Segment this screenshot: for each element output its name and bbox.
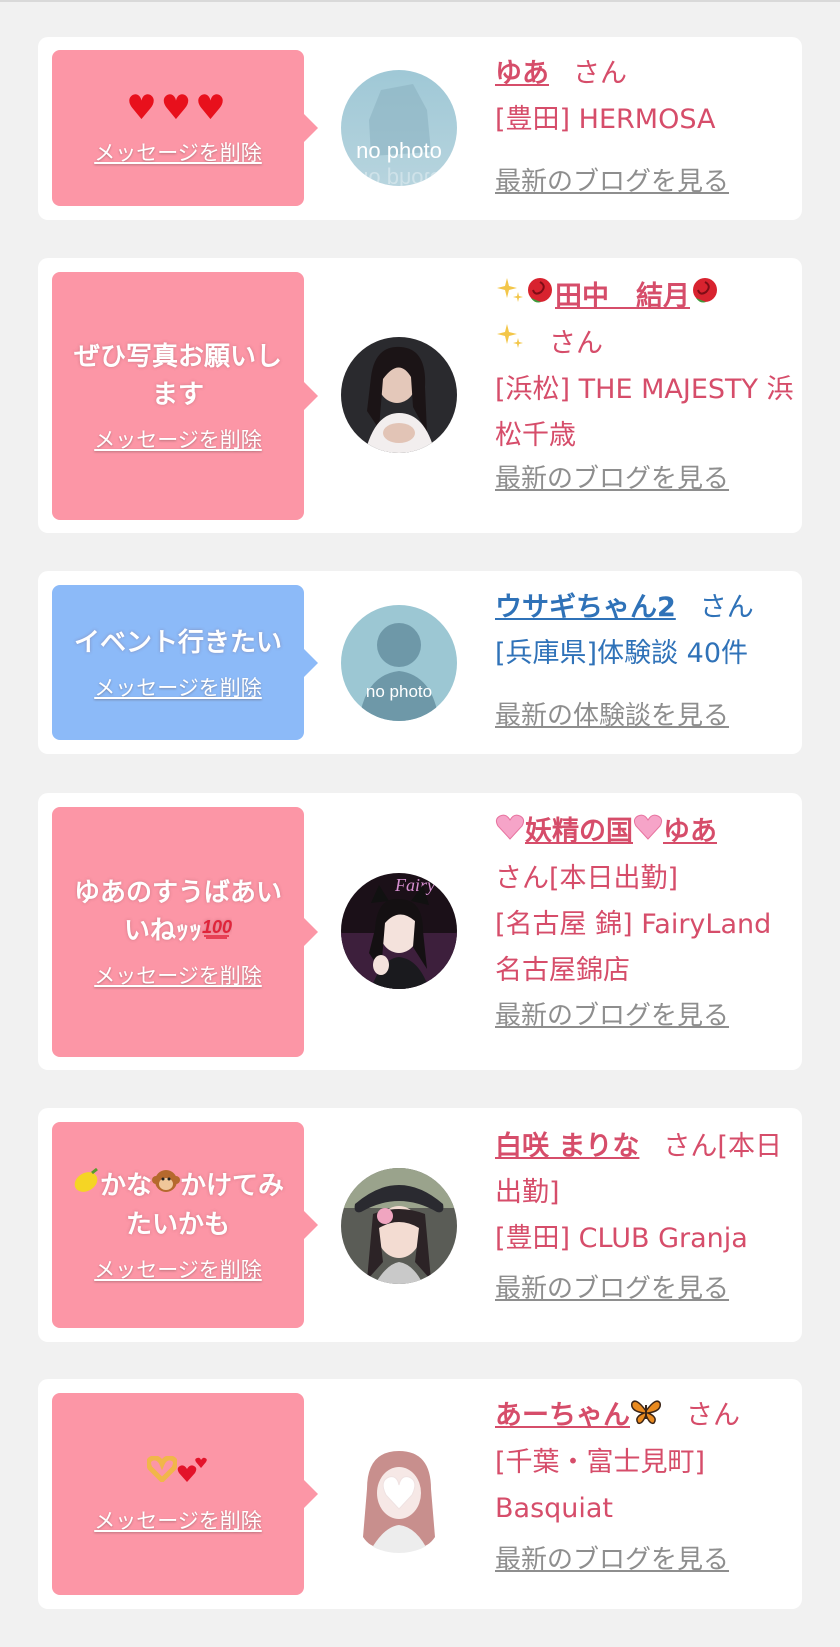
- pink-heart-icon: [633, 810, 663, 856]
- user-name-text: 妖精の国: [525, 816, 633, 847]
- honorific-and-status: さん[本日出勤]: [495, 862, 679, 894]
- svg-text:100: 100: [202, 917, 232, 937]
- rose-icon: [525, 275, 555, 321]
- message-text: ♥♥♥: [126, 88, 230, 128]
- heart-hands-icon: [146, 1455, 178, 1493]
- latest-review-link[interactable]: 最新の体験談を見る: [495, 695, 729, 732]
- user-info: ゆあ さん [豊田] HERMOSA: [495, 51, 795, 143]
- delete-message-link[interactable]: メッセージを削除: [94, 672, 262, 702]
- butterfly-icon: [630, 1394, 662, 1440]
- review-count: [兵庫県]体験談 40件: [495, 638, 749, 669]
- shop-name: [豊田] CLUB Granja: [495, 1223, 748, 1254]
- favorites-page: ♥♥♥ メッセージを削除 no photo no photo ゆあ さん [豊田]…: [0, 0, 840, 1647]
- photo-avatar-woman: Fairy: [341, 873, 457, 989]
- honorific: さん: [549, 327, 603, 359]
- latest-blog-link[interactable]: 最新のブログを見る: [495, 1268, 729, 1305]
- message-card-6: メッセージを削除 あーちゃん さん [千葉・富士見町] Basquiat 最新のブ…: [38, 1379, 802, 1609]
- user-info: あーちゃん さん [千葉・富士見町] Basquiat: [495, 1393, 795, 1532]
- rose-icon: [690, 275, 720, 321]
- top-divider: [0, 0, 840, 2]
- message-bubble: ♥♥♥ メッセージを削除: [52, 50, 318, 206]
- no-photo-avatar-icon: no photo no photo: [341, 70, 457, 186]
- message-card-2: ぜひ写真お願いします メッセージを削除 田中 結月さん [浜松] THE MAJ…: [38, 258, 802, 533]
- shop-name: [浜松] THE MAJESTY 浜松千歳: [495, 374, 794, 451]
- shop-name: [名古屋 錦] FairyLand 名古屋錦店: [495, 908, 772, 986]
- delete-message-link[interactable]: メッセージを削除: [94, 960, 262, 990]
- latest-blog-link[interactable]: 最新のブログを見る: [495, 458, 729, 495]
- honorific: さん: [686, 1400, 740, 1431]
- honorific: さん: [699, 592, 754, 623]
- message-text-body: ゆあのすうばあいいねｯｯ: [73, 877, 282, 946]
- lemon-icon: [72, 1167, 100, 1206]
- message-card-4: ゆあのすうばあいいねｯｯ 100 メッセージを削除 Fairy 妖精の国 ゆあ さん…: [38, 793, 802, 1070]
- message-text: ぜひ写真お願いします: [73, 342, 282, 410]
- message-bubble: イベント行きたい メッセージを削除: [52, 585, 318, 740]
- user-info: 白咲 まりな さん[本日出勤] [豊田] CLUB Granja: [495, 1124, 795, 1262]
- shop-name: [豊田] HERMOSA: [495, 104, 716, 135]
- message-card-3: イベント行きたい メッセージを削除 no photo ウサギちゃん2 さん [兵庫…: [38, 571, 802, 754]
- message-bubble: かな かけてみたいかも メッセージを削除: [52, 1122, 318, 1328]
- user-name-text: 田中 結月: [555, 281, 690, 312]
- user-name-text: ゆあ: [663, 816, 717, 847]
- svg-text:no photo: no photo: [366, 682, 432, 701]
- pink-heart-icon: [495, 810, 525, 856]
- user-name-link[interactable]: 妖精の国 ゆあ: [495, 814, 717, 847]
- sparkles-icon: [495, 321, 525, 367]
- message-card-5: かな かけてみたいかも メッセージを削除 白咲 まりな さん[本日出勤] [豊田] …: [38, 1108, 802, 1342]
- message-bubble: ゆあのすうばあいいねｯｯ 100 メッセージを削除: [52, 807, 318, 1057]
- message-card-1: ♥♥♥ メッセージを削除 no photo no photo ゆあ さん [豊田]…: [38, 37, 802, 220]
- delete-message-link[interactable]: メッセージを削除: [94, 1254, 262, 1284]
- user-name-link[interactable]: 白咲 まりな: [495, 1131, 639, 1162]
- monkey-icon: [152, 1167, 180, 1206]
- message-text-part: かな: [99, 1170, 152, 1201]
- avatar[interactable]: Fairy: [341, 873, 457, 989]
- honorific: さん: [573, 58, 627, 89]
- svg-text:no photo: no photo: [356, 138, 442, 163]
- latest-blog-link[interactable]: 最新のブログを見る: [495, 1539, 729, 1576]
- message-text: かな かけてみたいかも: [52, 1167, 304, 1244]
- user-name-link[interactable]: ゆあ: [495, 58, 549, 89]
- user-name-text: あーちゃん: [495, 1400, 630, 1431]
- user-name-link[interactable]: ウサギちゃん2: [495, 592, 676, 623]
- sparkles-icon: [495, 275, 525, 321]
- message-text: イベント行きたい: [73, 627, 282, 658]
- avatar[interactable]: [341, 1437, 457, 1553]
- delete-message-link[interactable]: メッセージを削除: [94, 1505, 262, 1535]
- delete-message-link[interactable]: メッセージを削除: [94, 424, 262, 454]
- shop-name: [千葉・富士見町] Basquiat: [495, 1446, 706, 1524]
- message-text: ゆあのすうばあいいねｯｯ 100: [52, 874, 304, 951]
- user-info: 田中 結月さん [浜松] THE MAJESTY 浜松千歳: [495, 274, 795, 459]
- message-emoji: [129, 1454, 227, 1495]
- user-name-link[interactable]: あーちゃん: [495, 1400, 662, 1431]
- avatar-shop-sign: Fairy: [394, 875, 435, 895]
- message-bubble: メッセージを削除: [52, 1393, 318, 1595]
- two-hearts-icon: [177, 1454, 209, 1495]
- svg-text:no photo: no photo: [356, 167, 442, 186]
- avatar[interactable]: [341, 337, 457, 453]
- user-name-link[interactable]: 田中 結月: [495, 277, 720, 359]
- no-photo-avatar-icon: no photo: [341, 605, 457, 721]
- avatar[interactable]: [341, 1168, 457, 1284]
- avatar[interactable]: no photo: [341, 605, 457, 721]
- latest-blog-link[interactable]: 最新のブログを見る: [495, 161, 729, 198]
- photo-avatar-woman: [341, 1168, 457, 1284]
- hundred-points-icon: 100: [202, 912, 232, 950]
- avatar[interactable]: no photo no photo: [341, 70, 457, 186]
- user-info: ウサギちゃん2 さん [兵庫県]体験談 40件: [495, 585, 795, 677]
- photo-avatar-woman: [341, 337, 457, 453]
- delete-message-link[interactable]: メッセージを削除: [94, 137, 262, 167]
- latest-blog-link[interactable]: 最新のブログを見る: [495, 995, 729, 1032]
- message-bubble: ぜひ写真お願いします メッセージを削除: [52, 272, 318, 520]
- photo-avatar-woman: [341, 1437, 457, 1553]
- user-info: 妖精の国 ゆあ さん[本日出勤] [名古屋 錦] FairyLand 名古屋錦店: [495, 809, 795, 994]
